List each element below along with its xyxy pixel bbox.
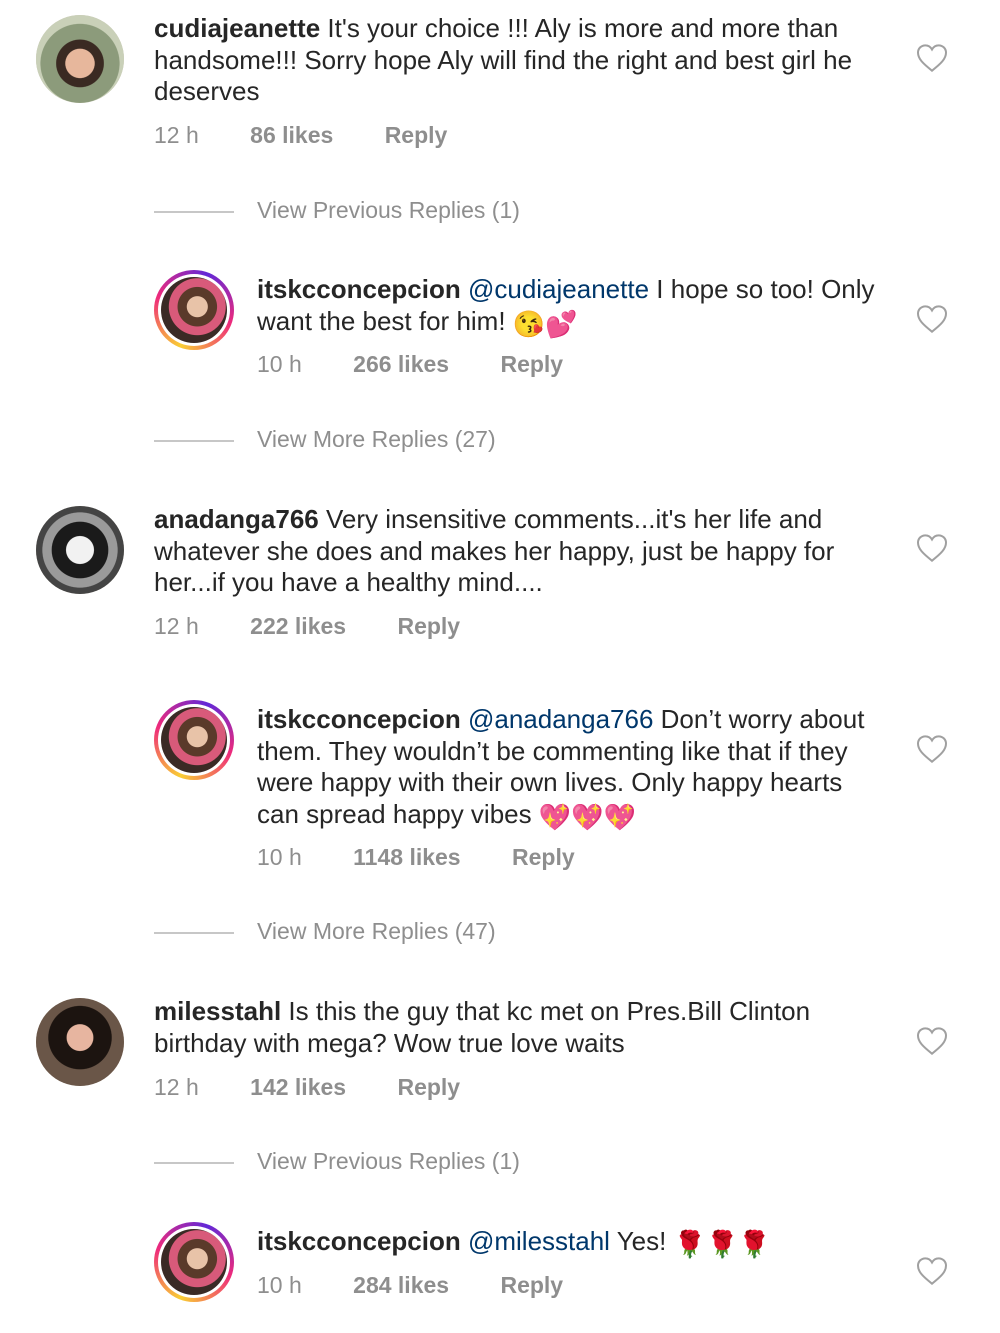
divider-line [154, 1162, 234, 1164]
reply-body: Yes! [616, 1226, 667, 1256]
reply-text: itskcconcepcion @anadanga766 Don’t worry… [257, 704, 887, 833]
like-count[interactable]: 86 likes [250, 122, 333, 149]
divider-line [154, 932, 234, 934]
timestamp: 10 h [257, 844, 302, 870]
username[interactable]: cudiajeanette [154, 13, 320, 43]
like-count[interactable]: 142 likes [250, 1074, 346, 1101]
like-count[interactable]: 1148 likes [353, 844, 460, 871]
timestamp: 10 h [257, 1272, 302, 1298]
avatar[interactable] [154, 1222, 234, 1302]
like-count[interactable]: 284 likes [353, 1272, 449, 1299]
avatar[interactable] [36, 506, 124, 594]
emoji: 😘💕 [512, 308, 578, 339]
reply-meta: 10 h 284 likes Reply [257, 1272, 563, 1299]
view-replies-label[interactable]: View Previous Replies (1) [257, 197, 520, 224]
username[interactable]: itskcconcepcion [257, 704, 461, 734]
heart-icon[interactable] [916, 533, 948, 563]
comment-text: milesstahl Is this the guy that kc met o… [154, 996, 894, 1059]
avatar[interactable] [36, 15, 124, 103]
comment-text: anadanga766 Very insensitive comments...… [154, 504, 894, 599]
reply-button[interactable]: Reply [500, 351, 563, 378]
reply-button[interactable]: Reply [397, 613, 460, 640]
comment-meta: 12 h 142 likes Reply [154, 1074, 460, 1101]
comment-meta: 12 h 86 likes Reply [154, 122, 447, 149]
view-replies-label[interactable]: View More Replies (27) [257, 426, 496, 453]
heart-icon[interactable] [916, 734, 948, 764]
username[interactable]: milesstahl [154, 996, 281, 1026]
emoji: 💖💖💖 [538, 801, 636, 832]
heart-icon[interactable] [916, 1026, 948, 1056]
reply-text: itskcconcepcion @milesstahl Yes! 🌹🌹🌹 [257, 1226, 897, 1261]
username[interactable]: anadanga766 [154, 504, 319, 534]
timestamp: 12 h [154, 122, 199, 148]
username[interactable]: itskcconcepcion [257, 1226, 461, 1256]
emoji: 🌹🌹🌹 [673, 1229, 771, 1259]
heart-icon[interactable] [916, 43, 948, 73]
username[interactable]: itskcconcepcion [257, 274, 461, 304]
reply-button[interactable]: Reply [500, 1272, 563, 1299]
divider-line [154, 440, 234, 442]
timestamp: 10 h [257, 351, 302, 377]
timestamp: 12 h [154, 1074, 199, 1100]
reply-button[interactable]: Reply [397, 1074, 460, 1101]
reply-meta: 10 h 1148 likes Reply [257, 844, 575, 871]
mention-link[interactable]: @cudiajeanette [468, 274, 649, 304]
reply-button[interactable]: Reply [385, 122, 448, 149]
reply-text: itskcconcepcion @cudiajeanette I hope so… [257, 274, 897, 340]
like-count[interactable]: 222 likes [250, 613, 346, 640]
like-count[interactable]: 266 likes [353, 351, 449, 378]
avatar[interactable] [154, 700, 234, 780]
comment-meta: 12 h 222 likes Reply [154, 613, 460, 640]
comment-text: cudiajeanette It's your choice !!! Aly i… [154, 13, 894, 108]
view-replies-label[interactable]: View More Replies (47) [257, 918, 496, 945]
mention-link[interactable]: @milesstahl [468, 1226, 610, 1256]
avatar[interactable] [154, 270, 234, 350]
mention-link[interactable]: @anadanga766 [468, 704, 653, 734]
timestamp: 12 h [154, 613, 199, 639]
divider-line [154, 211, 234, 213]
heart-icon[interactable] [916, 304, 948, 334]
reply-meta: 10 h 266 likes Reply [257, 351, 563, 378]
heart-icon[interactable] [916, 1256, 948, 1286]
avatar[interactable] [36, 998, 124, 1086]
view-replies-label[interactable]: View Previous Replies (1) [257, 1148, 520, 1175]
reply-button[interactable]: Reply [512, 844, 575, 871]
